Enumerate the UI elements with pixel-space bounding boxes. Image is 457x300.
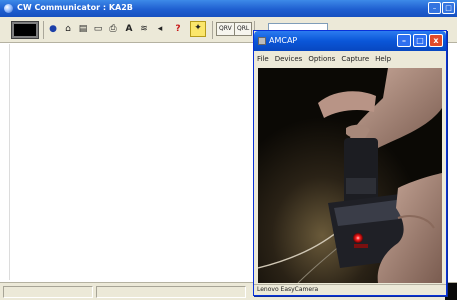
main-minimize-button[interactable]: – xyxy=(428,2,441,14)
main-maximize-button[interactable]: □ xyxy=(442,2,455,14)
main-window-controls: – □ xyxy=(428,2,455,14)
menu-options[interactable]: Options xyxy=(305,52,338,66)
menu-help[interactable]: Help xyxy=(372,52,394,66)
notepad-icon[interactable]: ▤ xyxy=(77,23,89,36)
amcap-status-bar: Lenovo EasyCamera xyxy=(254,284,446,295)
main-titlebar[interactable]: CW Communicator : KA2B – □ xyxy=(0,0,457,17)
amcap-close-button[interactable]: x xyxy=(429,34,443,47)
toolbar-separator xyxy=(212,21,213,39)
status-pane xyxy=(96,286,246,298)
amcap-title: AMCAP xyxy=(269,36,298,45)
menu-capture[interactable]: Capture xyxy=(338,52,372,66)
frequency-icon[interactable]: ≋ xyxy=(138,23,150,36)
amcap-window: AMCAP – □ x File Devices Options Capture… xyxy=(253,30,447,296)
menu-file[interactable]: File xyxy=(254,52,272,66)
print-icon[interactable]: ⎙ xyxy=(107,23,119,36)
connect-icon[interactable]: ● xyxy=(47,23,59,36)
home-icon[interactable]: ⌂ xyxy=(62,23,74,36)
pane-divider xyxy=(9,44,10,280)
font-icon[interactable]: A xyxy=(123,23,135,36)
camera-preview-image xyxy=(258,68,442,283)
amcap-minimize-button[interactable]: – xyxy=(397,34,411,47)
camera-app-icon xyxy=(258,37,266,45)
wizard-icon[interactable]: ✦ xyxy=(190,21,206,37)
desktop-screen: CW Communicator : KA2B – □ ● ⌂ ▤ ▭ ⎙ A ≋… xyxy=(0,0,457,300)
status-pane xyxy=(3,286,93,298)
toolbar-separator xyxy=(43,21,44,39)
qrl-button[interactable]: QRL xyxy=(234,22,253,36)
qrv-button[interactable]: QRV xyxy=(216,22,235,36)
camera-preview xyxy=(258,68,442,283)
menu-devices[interactable]: Devices xyxy=(272,52,306,66)
help-icon[interactable]: ? xyxy=(172,23,184,36)
app-globe-icon xyxy=(4,4,13,13)
camera-device-name: Lenovo EasyCamera xyxy=(257,286,319,293)
main-window-title: CW Communicator : KA2B xyxy=(17,3,133,12)
amcap-titlebar[interactable]: AMCAP – □ x xyxy=(254,31,446,51)
amcap-menubar: File Devices Options Capture Help xyxy=(254,52,446,66)
amcap-window-controls: – □ x xyxy=(397,34,443,47)
open-folder-icon[interactable]: ▭ xyxy=(92,23,104,36)
speaker-icon[interactable]: ◂ xyxy=(154,23,166,36)
color-swatch-button[interactable] xyxy=(11,21,39,39)
amcap-maximize-button[interactable]: □ xyxy=(413,34,427,47)
